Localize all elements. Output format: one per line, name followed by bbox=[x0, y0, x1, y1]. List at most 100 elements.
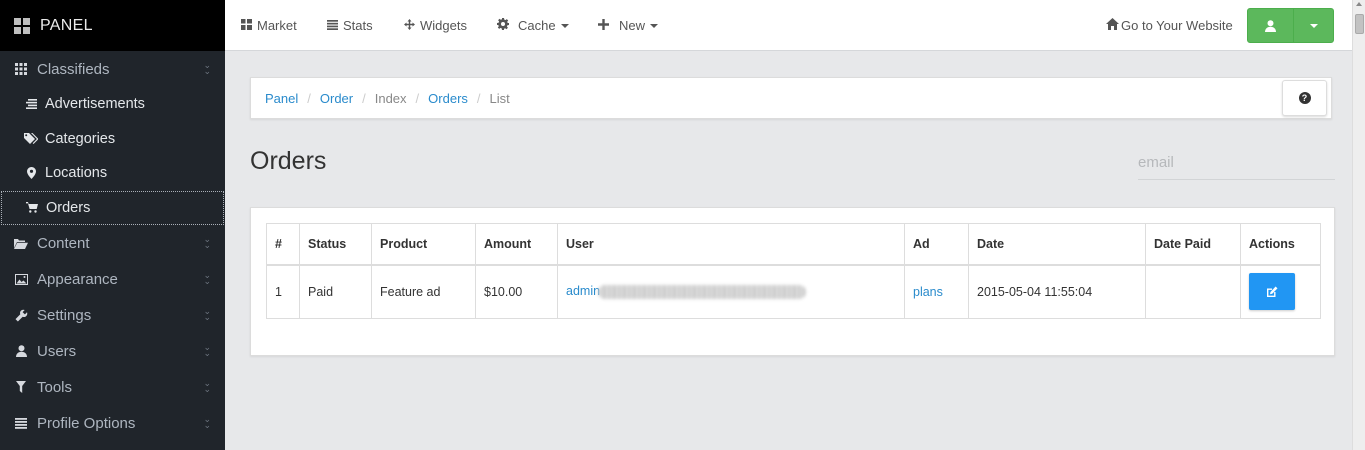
sidebar-item-label: Categories bbox=[45, 130, 116, 147]
ad-link[interactable]: plans bbox=[913, 285, 943, 299]
section-label: Appearance bbox=[37, 270, 118, 288]
edit-order-button[interactable] bbox=[1249, 273, 1295, 311]
user-menu-button[interactable] bbox=[1247, 8, 1334, 43]
breadcrumb-panel-link[interactable]: Panel bbox=[265, 91, 298, 106]
section-label: Classifieds bbox=[37, 60, 110, 78]
chevron-down-icon: ⌄ ⌄ bbox=[203, 378, 211, 394]
cell-number: 1 bbox=[266, 264, 300, 319]
map-marker-icon bbox=[24, 167, 38, 180]
column-header-product: Product bbox=[371, 223, 476, 266]
top-navbar: Market Stats Widgets Cache New Go to You… bbox=[225, 0, 1352, 51]
cell-product: Feature ad bbox=[371, 264, 476, 319]
breadcrumb-list: List bbox=[489, 90, 510, 106]
home-icon bbox=[1106, 18, 1119, 33]
sidebar-item-label: Advertisements bbox=[45, 96, 145, 113]
breadcrumb-orders-link[interactable]: Orders bbox=[428, 91, 468, 106]
page-title: Orders bbox=[250, 147, 327, 175]
orders-table: # Status Product Amount User Ad Date Dat… bbox=[266, 223, 1321, 319]
brand[interactable]: PANEL bbox=[0, 0, 225, 51]
sidebar-section-tools[interactable]: Tools ⌄ ⌄ bbox=[0, 369, 225, 405]
th-large-icon bbox=[14, 17, 30, 34]
picture-icon bbox=[14, 273, 28, 285]
question-sign-icon: ? bbox=[1298, 92, 1311, 104]
breadcrumb-index: Index bbox=[374, 90, 407, 106]
chevron-down-icon: ⌄ ⌄ bbox=[203, 270, 211, 286]
sidebar-item-label: Orders bbox=[46, 199, 91, 216]
redacted-email bbox=[598, 285, 807, 300]
nav-stats[interactable]: Stats bbox=[327, 0, 373, 51]
go-to-website-link[interactable]: Go to Your Website bbox=[1106, 0, 1233, 51]
help-button[interactable]: ? bbox=[1282, 80, 1327, 116]
column-header-ad: Ad bbox=[904, 223, 969, 266]
nav-cache-label: Cache bbox=[518, 18, 556, 33]
chevron-down-icon: ⌄ ⌄ bbox=[203, 414, 211, 430]
breadcrumb-separator: / bbox=[415, 90, 420, 106]
nav-new-label: New bbox=[619, 18, 646, 33]
caret-down-icon bbox=[650, 23, 659, 28]
align-justify-icon bbox=[327, 19, 338, 33]
email-search-input[interactable] bbox=[1138, 146, 1335, 180]
table-row: 1 Paid Feature ad $10.00 admin plans 201… bbox=[266, 264, 1321, 319]
page-scrollbar[interactable] bbox=[1352, 0, 1365, 450]
wrench-icon bbox=[14, 309, 28, 322]
brand-label: PANEL bbox=[40, 16, 93, 34]
sidebar-section-content[interactable]: Content ⌄ ⌄ bbox=[0, 225, 225, 261]
grid-icon bbox=[14, 63, 28, 75]
column-header-status: Status bbox=[299, 223, 372, 266]
tags-icon bbox=[24, 132, 38, 145]
sidebar-item-categories[interactable]: Categories bbox=[0, 122, 225, 157]
user-icon[interactable] bbox=[1248, 9, 1294, 42]
scroll-up-arrow-icon[interactable] bbox=[1356, 2, 1362, 6]
column-header-actions: Actions bbox=[1240, 223, 1321, 266]
section-label: Tools bbox=[37, 378, 73, 396]
sidebar-section-profile-options[interactable]: Profile Options ⌄ ⌄ bbox=[0, 405, 225, 441]
chevron-down-icon: ⌄ ⌄ bbox=[203, 60, 211, 76]
nav-cache-dropdown[interactable]: Cache bbox=[497, 0, 569, 51]
sidebar-item-label: Locations bbox=[45, 165, 108, 182]
section-label: Users bbox=[37, 342, 77, 360]
go-to-website-label: Go to Your Website bbox=[1121, 18, 1233, 33]
breadcrumb-order-link[interactable]: Order bbox=[320, 91, 353, 106]
filter-icon bbox=[14, 381, 28, 393]
cog-icon bbox=[497, 18, 509, 33]
column-header-date: Date bbox=[968, 223, 1146, 266]
cell-date-paid bbox=[1145, 264, 1241, 319]
sidebar-item-orders[interactable]: Orders bbox=[1, 190, 224, 225]
list-icon bbox=[14, 417, 28, 429]
caret-down-icon bbox=[560, 23, 569, 28]
sidebar-item-locations[interactable]: Locations bbox=[0, 156, 225, 191]
section-label: Settings bbox=[37, 306, 92, 324]
scrollbar-thumb[interactable] bbox=[1355, 14, 1364, 34]
section-label: Content bbox=[37, 234, 90, 252]
sidebar-item-advertisements[interactable]: Advertisements bbox=[0, 87, 225, 122]
cell-date: 2015-05-04 11:55:04 bbox=[968, 264, 1146, 319]
breadcrumb-separator: / bbox=[476, 90, 481, 106]
move-icon bbox=[404, 18, 415, 33]
cell-actions bbox=[1240, 264, 1321, 319]
caret-down-icon bbox=[1309, 23, 1318, 28]
sidebar-section-classifieds[interactable]: Classifieds ⌄ ⌄ bbox=[0, 51, 225, 87]
breadcrumb-separator: / bbox=[307, 90, 311, 106]
sidebar-section-settings[interactable]: Settings ⌄ ⌄ bbox=[0, 297, 225, 333]
cell-status: Paid bbox=[299, 264, 372, 319]
sidebar-section-appearance[interactable]: Appearance ⌄ ⌄ bbox=[0, 261, 225, 297]
shopping-cart-icon bbox=[25, 202, 39, 213]
user-dropdown-toggle[interactable] bbox=[1294, 9, 1333, 42]
chevron-down-icon: ⌄ ⌄ bbox=[203, 234, 211, 250]
sidebar-section-users[interactable]: Users ⌄ ⌄ bbox=[0, 333, 225, 369]
nav-new-dropdown[interactable]: New bbox=[598, 0, 659, 51]
column-header-amount: Amount bbox=[475, 223, 558, 266]
section-label: Profile Options bbox=[37, 414, 136, 432]
breadcrumb: Panel / Order / Index / Orders / List ? bbox=[250, 77, 1332, 119]
user-link[interactable]: admin bbox=[566, 284, 600, 298]
user-icon bbox=[14, 345, 28, 357]
list-alt-icon bbox=[24, 99, 38, 110]
nav-widgets[interactable]: Widgets bbox=[404, 0, 467, 51]
sidebar: PANEL Classifieds ⌄ ⌄ Advertisements Cate… bbox=[0, 0, 225, 450]
edit-icon bbox=[1267, 286, 1278, 297]
cell-user: admin bbox=[557, 264, 905, 319]
chevron-down-icon: ⌄ ⌄ bbox=[203, 342, 211, 358]
cell-ad: plans bbox=[904, 264, 969, 319]
column-header-number: # bbox=[266, 223, 300, 266]
nav-market[interactable]: Market bbox=[241, 0, 297, 51]
